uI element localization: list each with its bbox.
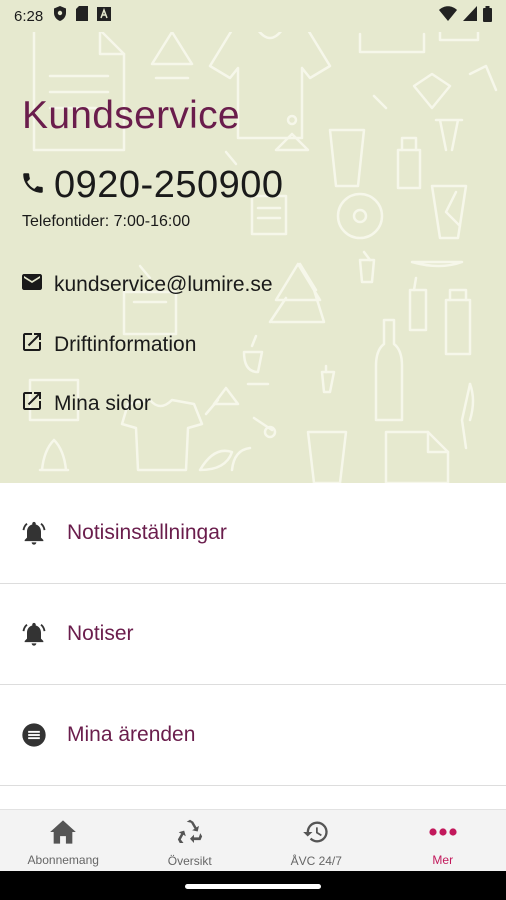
mail-icon bbox=[20, 270, 44, 299]
bell-icon bbox=[20, 519, 48, 547]
sim-card-icon bbox=[76, 6, 89, 26]
menu-item-notisinstallningar[interactable]: Notisinställningar bbox=[0, 483, 506, 584]
app-a-icon bbox=[97, 6, 112, 26]
list-circle-icon bbox=[20, 721, 48, 749]
status-time: 6:28 bbox=[14, 7, 44, 25]
mina-sidor-label[interactable]: Mina sidor bbox=[54, 392, 151, 416]
menu-item-label: Notiser bbox=[67, 622, 134, 645]
nav-abonnemang[interactable]: Abonnemang bbox=[0, 810, 127, 871]
settings-menu: Notisinställningar Notiser Mina ärenden bbox=[0, 483, 506, 786]
kundservice-title: Kundservice bbox=[22, 94, 240, 137]
nav-label: Abonnemang bbox=[27, 852, 99, 867]
nav-label: Mer bbox=[432, 852, 454, 867]
menu-item-notiser[interactable]: Notiser bbox=[0, 584, 506, 685]
home-icon bbox=[49, 819, 77, 850]
shield-icon bbox=[53, 6, 67, 26]
phone-link[interactable]: 0920-250900 bbox=[20, 164, 284, 207]
nav-mer[interactable]: Mer bbox=[380, 810, 506, 871]
nav-oversikt[interactable]: Översikt bbox=[127, 810, 254, 871]
history-icon bbox=[301, 818, 331, 851]
driftinformation-label[interactable]: Driftinformation bbox=[54, 333, 196, 357]
gesture-handle[interactable] bbox=[185, 884, 321, 889]
phone-hours: Telefontider: 7:00-16:00 bbox=[22, 213, 191, 230]
mina-sidor-link[interactable]: Mina sidor bbox=[20, 389, 151, 418]
menu-item-label: Mina ärenden bbox=[67, 723, 196, 746]
external-link-icon bbox=[20, 330, 44, 359]
driftinformation-link[interactable]: Driftinformation bbox=[20, 330, 196, 359]
email-label[interactable]: kundservice@lumire.se bbox=[54, 273, 273, 297]
kundservice-section: Kundservice 0920-250900 Telefontider: 7:… bbox=[0, 0, 506, 483]
wifi-icon bbox=[439, 6, 457, 26]
menu-item-mina-arenden[interactable]: Mina ärenden bbox=[0, 685, 506, 786]
bell-icon bbox=[20, 620, 48, 648]
system-navigation-bar bbox=[0, 871, 506, 900]
phone-icon bbox=[20, 170, 46, 201]
nav-avc-24-7[interactable]: ÅVC 24/7 bbox=[253, 810, 380, 871]
bottom-navigation: Abonnemang Översikt ÅVC 24/7 Mer bbox=[0, 809, 506, 871]
email-link[interactable]: kundservice@lumire.se bbox=[20, 270, 273, 299]
nav-label: ÅVC 24/7 bbox=[290, 853, 342, 868]
battery-icon bbox=[483, 5, 492, 27]
phone-number[interactable]: 0920-250900 bbox=[54, 164, 284, 207]
menu-item-label: Notisinställningar bbox=[67, 521, 227, 544]
status-bar: 6:28 bbox=[0, 0, 506, 32]
signal-icon bbox=[463, 6, 477, 26]
more-dots-icon bbox=[427, 819, 459, 850]
nav-label: Översikt bbox=[167, 853, 212, 868]
recycle-icon bbox=[175, 818, 205, 851]
external-link-icon bbox=[20, 389, 44, 418]
